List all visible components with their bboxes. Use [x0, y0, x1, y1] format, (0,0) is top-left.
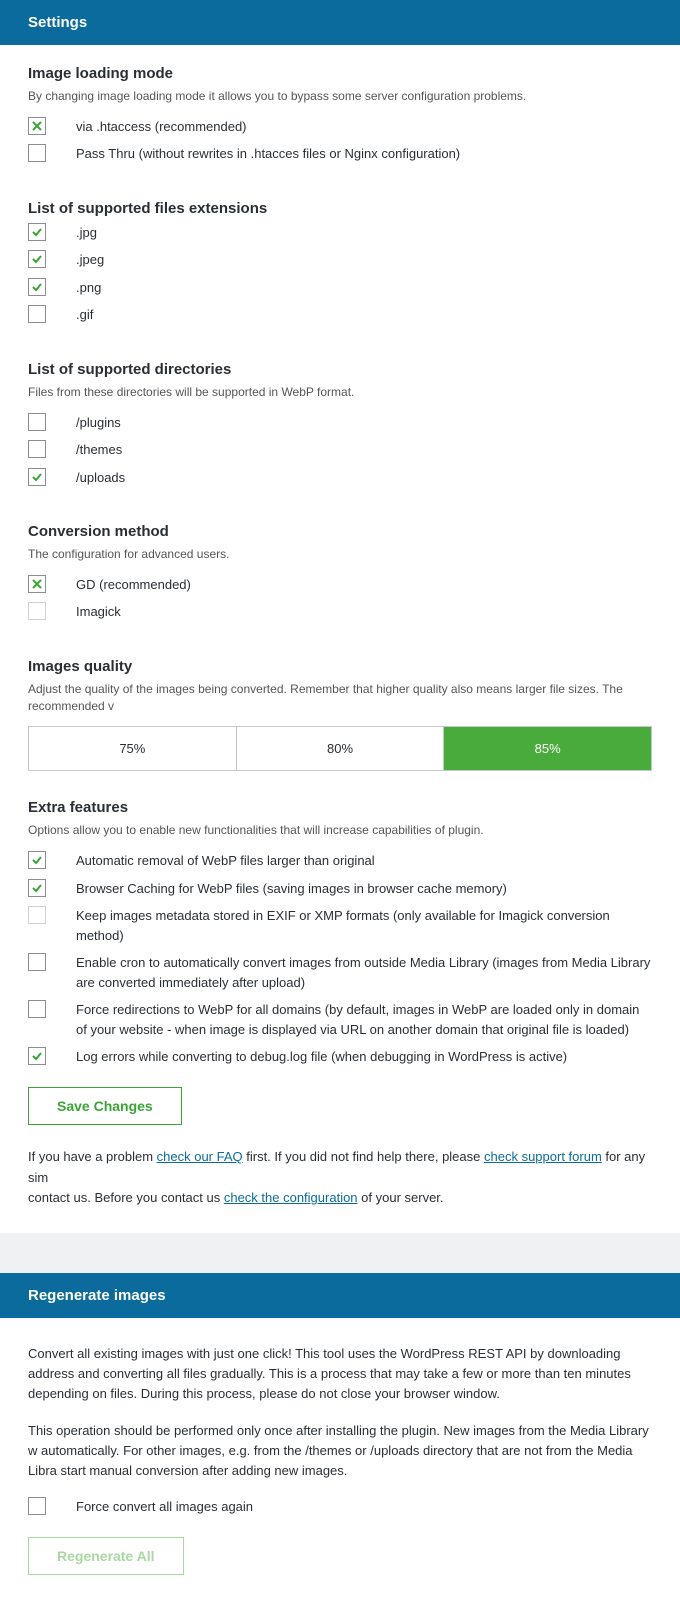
checkbox-log[interactable] [28, 1047, 46, 1065]
checkbox-metadata [28, 906, 46, 924]
checkbox-themes[interactable] [28, 440, 46, 458]
label-uploads: /uploads [76, 468, 125, 488]
regenerate-body: Convert all existing images with just on… [0, 1318, 680, 1481]
checkbox-jpg[interactable] [28, 223, 46, 241]
radio-imagick [28, 602, 46, 620]
section-extensions: List of supported files extensions .jpg … [0, 180, 680, 341]
label-imagick: Imagick [76, 602, 121, 622]
section-regen-controls: Force convert all images again Regenerat… [0, 1497, 680, 1597]
help-p2b: of your server. [358, 1190, 444, 1205]
help-text: If you have a problem check our FAQ firs… [0, 1147, 680, 1233]
settings-header: Settings [0, 0, 680, 45]
extensions-title: List of supported files extensions [28, 200, 652, 217]
section-gap [0, 1233, 680, 1273]
link-forum[interactable]: check support forum [484, 1149, 602, 1164]
quality-75[interactable]: 75% [29, 727, 237, 770]
loading-mode-title: Image loading mode [28, 65, 652, 82]
label-htaccess: via .htaccess (recommended) [76, 117, 247, 137]
directories-title: List of supported directories [28, 361, 652, 378]
label-metadata: Keep images metadata stored in EXIF or X… [76, 906, 652, 945]
checkbox-gif[interactable] [28, 305, 46, 323]
section-loading-mode: Image loading mode By changing image loa… [0, 45, 680, 180]
help-p1b: first. If you did not find help there, p… [243, 1149, 484, 1164]
checkbox-auto-remove[interactable] [28, 851, 46, 869]
checkbox-cron[interactable] [28, 953, 46, 971]
label-log: Log errors while converting to debug.log… [76, 1047, 567, 1067]
label-jpg: .jpg [76, 223, 97, 243]
label-passthru: Pass Thru (without rewrites in .htacces … [76, 144, 460, 164]
label-jpeg: .jpeg [76, 250, 104, 270]
label-force-convert: Force convert all images again [76, 1497, 253, 1517]
directories-desc: Files from these directories will be sup… [28, 384, 652, 401]
label-redirect: Force redirections to WebP for all domai… [76, 1000, 652, 1039]
regen-p1: Convert all existing images with just on… [28, 1344, 652, 1404]
save-button[interactable]: Save Changes [28, 1087, 182, 1125]
radio-htaccess[interactable] [28, 117, 46, 135]
quality-selector: 75% 80% 85% [28, 726, 652, 771]
checkbox-jpeg[interactable] [28, 250, 46, 268]
checkbox-caching[interactable] [28, 879, 46, 897]
checkbox-png[interactable] [28, 278, 46, 296]
checkbox-redirect[interactable] [28, 1000, 46, 1018]
radio-passthru[interactable] [28, 144, 46, 162]
regenerate-button[interactable]: Regenerate All [28, 1537, 184, 1575]
extra-title: Extra features [28, 799, 652, 816]
label-gd: GD (recommended) [76, 575, 191, 595]
quality-title: Images quality [28, 658, 652, 675]
link-config[interactable]: check the configuration [224, 1190, 358, 1205]
section-quality: Images quality Adjust the quality of the… [0, 638, 680, 780]
section-directories: List of supported directories Files from… [0, 341, 680, 503]
extra-desc: Options allow you to enable new function… [28, 822, 652, 839]
regen-p2: This operation should be performed only … [28, 1421, 652, 1481]
section-extra: Extra features Options allow you to enab… [0, 779, 680, 1146]
quality-85[interactable]: 85% [444, 727, 651, 770]
help-p2a: contact us. Before you contact us [28, 1190, 224, 1205]
quality-desc: Adjust the quality of the images being c… [28, 681, 652, 715]
label-auto-remove: Automatic removal of WebP files larger t… [76, 851, 375, 871]
label-gif: .gif [76, 305, 93, 325]
label-caching: Browser Caching for WebP files (saving i… [76, 879, 507, 899]
loading-mode-desc: By changing image loading mode it allows… [28, 88, 652, 105]
regenerate-header: Regenerate images [0, 1273, 680, 1318]
checkbox-plugins[interactable] [28, 413, 46, 431]
conversion-desc: The configuration for advanced users. [28, 546, 652, 563]
label-themes: /themes [76, 440, 122, 460]
label-cron: Enable cron to automatically convert ima… [76, 953, 652, 992]
section-conversion: Conversion method The configuration for … [0, 503, 680, 638]
conversion-title: Conversion method [28, 523, 652, 540]
label-png: .png [76, 278, 101, 298]
checkbox-uploads[interactable] [28, 468, 46, 486]
checkbox-force-convert[interactable] [28, 1497, 46, 1515]
quality-80[interactable]: 80% [237, 727, 445, 770]
help-p1a: If you have a problem [28, 1149, 157, 1164]
label-plugins: /plugins [76, 413, 121, 433]
link-faq[interactable]: check our FAQ [157, 1149, 243, 1164]
radio-gd[interactable] [28, 575, 46, 593]
